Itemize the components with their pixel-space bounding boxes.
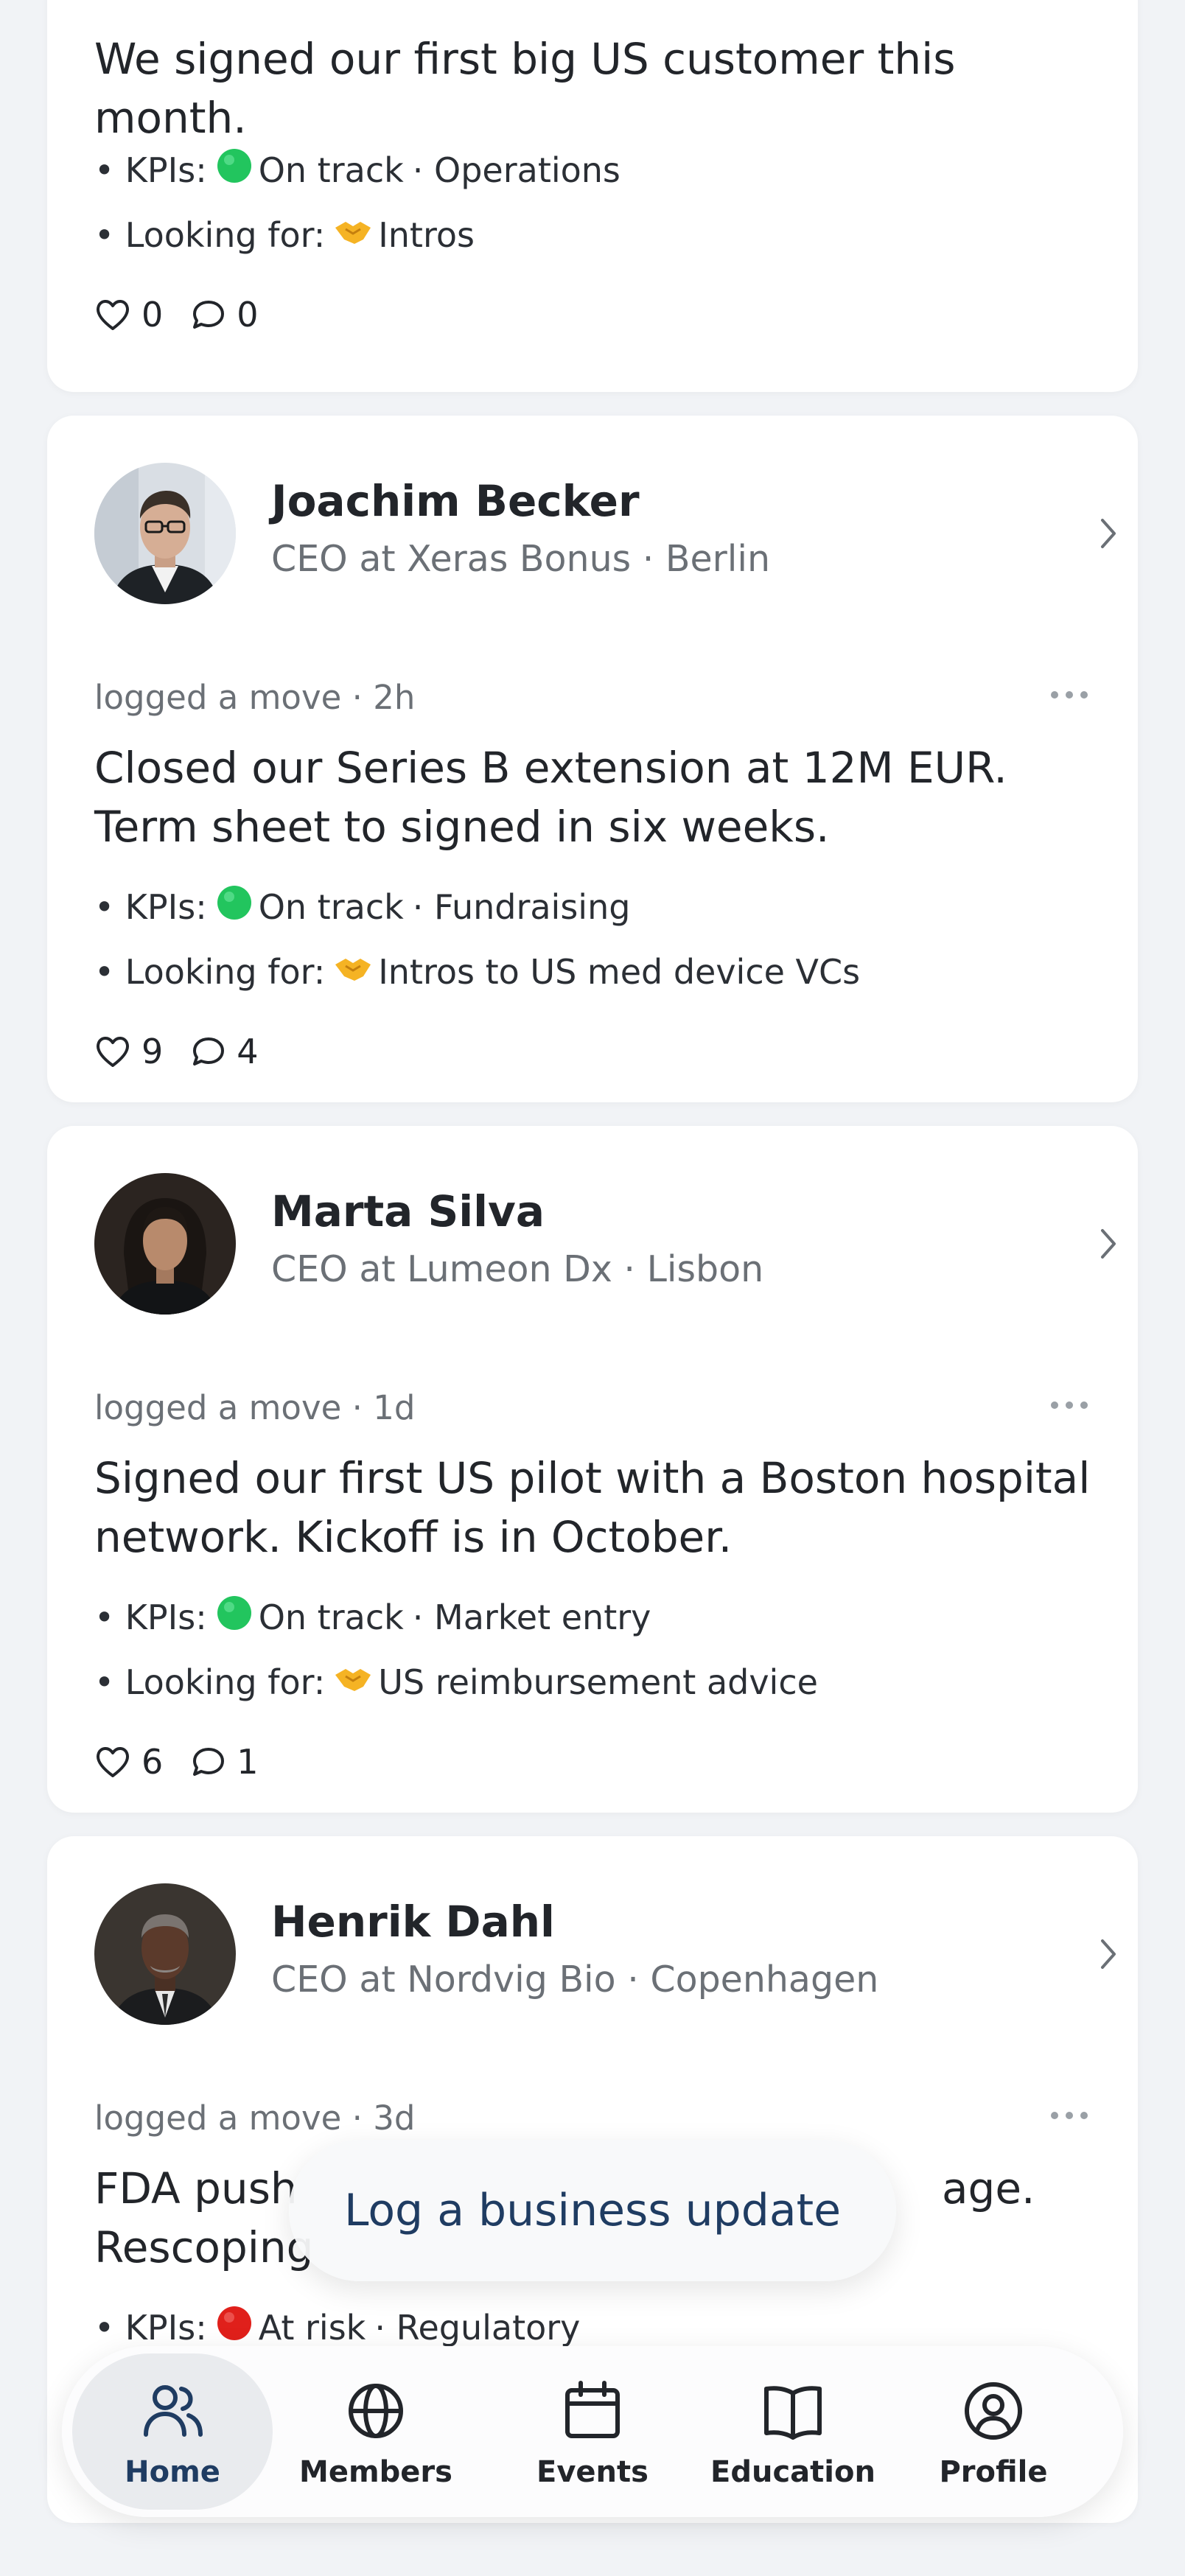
comment-icon[interactable] [191,1745,226,1779]
post-text: Closed our Series B extension at 12M EUR… [94,743,1007,852]
member-name[interactable]: Henrik Dahl [271,1897,555,1947]
more-options-icon[interactable] [1049,690,1089,700]
bottom-nav: Home Members Events Education Profile [62,2346,1123,2517]
avatar[interactable] [94,1173,236,1315]
looking-for-line: • Looking for: US reimbursement advice [94,1662,818,1702]
like-count: 0 [141,295,164,335]
looking-for-line: • Looking for: Intros [94,215,475,255]
like-count: 9 [141,1032,164,1071]
kpi-status: On track [258,1597,404,1637]
post-text: Signed our first US pilot with a Boston … [94,1453,1091,1562]
chevron-right-icon[interactable] [1094,1932,1123,1976]
kpi-label: • KPIs: [94,150,207,190]
member-name[interactable]: Marta Silva [271,1186,545,1236]
book-icon [764,2386,822,2440]
avatar[interactable] [94,463,236,604]
avatar[interactable] [94,1883,236,2025]
nav-events[interactable]: Events [492,2346,693,2517]
member-role: CEO at Nordvig Bio · Copenhagen [271,1959,879,2001]
comment-count: 1 [237,1742,259,1782]
nav-label: Education [710,2455,875,2489]
reaction-bar: 6 1 [94,1742,287,1782]
red-circle-icon [216,2305,253,2350]
member-role: CEO at Xeras Bonus · Berlin [271,538,771,580]
post-text-line2-start: Rescoping [94,2222,314,2272]
comment-icon[interactable] [191,298,226,332]
member-role: CEO at Lumeon Dx · Lisbon [271,1248,764,1290]
member-name[interactable]: Joachim Becker [271,476,640,526]
chevron-right-icon[interactable] [1094,1222,1123,1266]
nav-label: Events [536,2455,649,2489]
nav-profile[interactable]: Profile [893,2346,1094,2517]
users-icon [144,2385,203,2437]
green-circle-icon [216,884,253,929]
kpi-area: · Fundraising [412,886,631,927]
heart-icon[interactable] [94,1745,131,1779]
post-text-start: FDA push [94,2163,298,2213]
kpi-status: On track [258,886,404,927]
kpi-area: · Operations [412,150,621,190]
kpi-status: On track [258,150,404,190]
green-circle-icon [216,1595,253,1639]
user-circle-icon [965,2382,1022,2440]
looking-label: • Looking for: [94,952,326,992]
log-business-update-button[interactable]: Log a business update [289,2140,896,2281]
more-options-icon[interactable] [1049,2110,1089,2121]
looking-value: Intros to US med device VCs [378,952,861,992]
nav-label: Home [125,2455,220,2489]
handshake-icon [334,1662,372,1702]
like-count: 6 [141,1742,164,1782]
kpi-line: • KPIs: At risk · Regulatory [94,2305,580,2350]
post-card[interactable]: We signed our first big US customer this… [47,0,1138,392]
post-card[interactable]: Marta Silva CEO at Lumeon Dx · Lisbon lo… [47,1126,1138,1813]
kpi-line: • KPIs: On track · Fundraising [94,884,630,929]
comment-count: 0 [237,295,259,335]
heart-icon[interactable] [94,298,131,332]
nav-label: Profile [939,2455,1048,2489]
kpi-area: · Regulatory [374,2307,581,2348]
kpi-status: At risk [258,2307,366,2348]
post-meta: logged a move · 2h [94,678,416,717]
post-card[interactable]: Joachim Becker CEO at Xeras Bonus · Berl… [47,416,1138,1102]
reaction-bar: 0 0 [94,295,287,335]
globe-icon [349,2384,403,2438]
handshake-icon [334,215,372,255]
nav-home[interactable]: Home [72,2353,273,2510]
post-text: We signed our first big US customer this… [94,34,956,143]
looking-value: Intros [378,215,475,255]
kpi-area: · Market entry [412,1597,651,1637]
calendar-icon [565,2381,620,2438]
handshake-icon [334,952,372,992]
looking-for-line: • Looking for: Intros to US med device V… [94,952,860,992]
kpi-label: • KPIs: [94,886,207,927]
chevron-right-icon[interactable] [1094,511,1123,556]
kpi-line: • KPIs: On track · Market entry [94,1595,651,1639]
nav-education[interactable]: Education [693,2346,893,2517]
heart-icon[interactable] [94,1035,131,1068]
comment-count: 4 [237,1032,259,1071]
green-circle-icon [216,147,253,192]
post-meta: logged a move · 1d [94,1388,416,1427]
comment-icon[interactable] [191,1035,226,1068]
post-text-end: age. [942,2163,1035,2213]
looking-label: • Looking for: [94,1662,326,1702]
post-meta: logged a move · 3d [94,2099,416,2138]
kpi-label: • KPIs: [94,1597,207,1637]
reaction-bar: 9 4 [94,1032,287,1071]
looking-label: • Looking for: [94,215,326,255]
looking-value: US reimbursement advice [378,1662,818,1702]
nav-label: Members [299,2455,452,2489]
more-options-icon[interactable] [1049,1400,1089,1410]
kpi-label: • KPIs: [94,2307,207,2348]
fab-label: Log a business update [343,2185,842,2236]
nav-members[interactable]: Members [276,2346,476,2517]
kpi-line: • KPIs: On track · Operations [94,147,621,192]
